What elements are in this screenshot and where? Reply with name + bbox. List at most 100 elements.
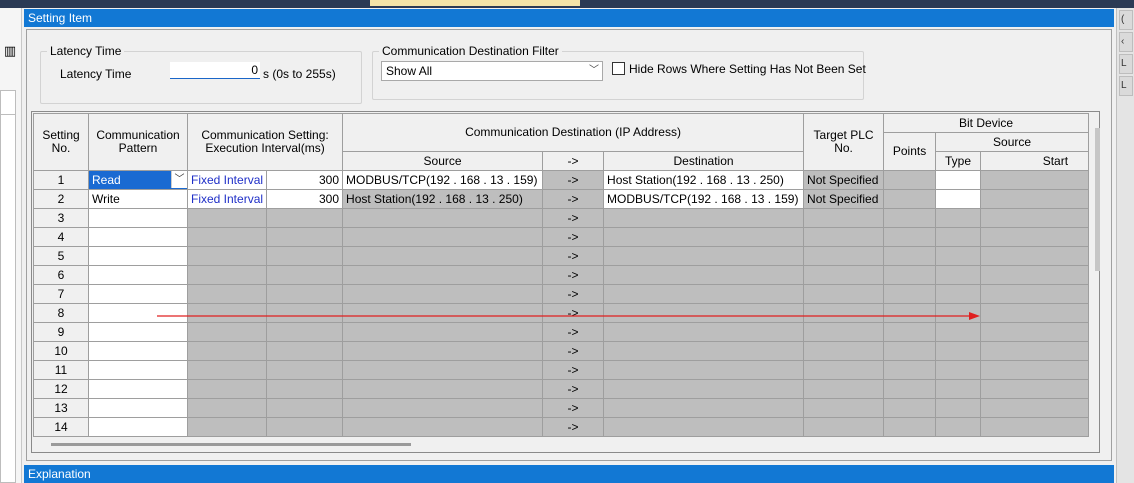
chevron-down-icon[interactable]: ﹀ xyxy=(171,171,187,188)
source-cell xyxy=(342,265,544,285)
destination-cell xyxy=(603,322,805,342)
points-cell xyxy=(883,341,937,361)
col-header-setting-no: Setting No. xyxy=(33,113,89,171)
table-row[interactable]: 1 Read ﹀ Fixed Interval 300 MODBUS/TCP(19… xyxy=(33,170,1090,190)
interval-mode-cell xyxy=(186,398,268,418)
direction-arrow-cell: -> xyxy=(542,208,605,228)
right-strip-button-3[interactable]: L xyxy=(1119,54,1133,74)
comm-pattern-cell[interactable] xyxy=(88,360,188,380)
target-plc-cell xyxy=(803,284,885,304)
comm-pattern-cell[interactable] xyxy=(88,417,188,437)
interval-mode-cell[interactable]: Fixed Interval xyxy=(186,189,268,209)
destination-cell[interactable]: MODBUS/TCP(192 . 168 . 13 . 159) xyxy=(603,189,805,209)
hide-unset-rows-label: Hide Rows Where Setting Has Not Been Set xyxy=(629,62,866,76)
source-cell[interactable]: MODBUS/TCP(192 . 168 . 13 . 159) xyxy=(342,170,544,190)
table-row[interactable]: 6 -> xyxy=(33,265,1090,285)
interval-mode-cell[interactable]: Fixed Interval xyxy=(186,170,268,190)
table-row[interactable]: 12 -> xyxy=(33,379,1090,399)
annotation-arrow xyxy=(157,312,980,320)
table-row[interactable]: 9 -> xyxy=(33,322,1090,342)
grid-horizontal-scrollbar[interactable] xyxy=(51,443,411,446)
type-cell[interactable] xyxy=(935,170,982,190)
comm-pattern-cell[interactable] xyxy=(88,246,188,266)
right-strip-button-4[interactable]: L xyxy=(1119,76,1133,96)
comm-pattern-cell[interactable] xyxy=(88,398,188,418)
col-header-bit-source: Source xyxy=(935,132,1090,152)
row-number: 12 xyxy=(33,379,89,399)
comm-pattern-cell[interactable] xyxy=(88,265,188,285)
interval-value-cell[interactable]: 300 xyxy=(266,170,344,190)
row-number: 5 xyxy=(33,246,89,266)
type-cell xyxy=(935,322,982,342)
table-row[interactable]: 2 Write Fixed Interval 300 Host Station(… xyxy=(33,189,1090,209)
row-number: 8 xyxy=(33,303,89,323)
table-row[interactable]: 3 -> xyxy=(33,208,1090,228)
target-plc-cell xyxy=(803,379,885,399)
table-row[interactable]: 4 -> xyxy=(33,227,1090,247)
col-header-bit-device: Bit Device xyxy=(883,113,1090,133)
table-row[interactable]: 7 -> xyxy=(33,284,1090,304)
type-cell xyxy=(935,360,982,380)
table-row[interactable]: 11 -> xyxy=(33,360,1090,380)
interval-mode-cell xyxy=(186,284,268,304)
interval-value-cell[interactable]: 300 xyxy=(266,189,344,209)
left-toolbar: ▥ xyxy=(0,8,22,483)
device-grid-icon[interactable]: ▥ xyxy=(1,42,19,60)
points-cell xyxy=(883,417,937,437)
row-number: 1 xyxy=(33,170,89,190)
target-plc-cell xyxy=(803,341,885,361)
destination-cell xyxy=(603,417,805,437)
col-header-destination: Destination xyxy=(603,151,805,171)
start-cell xyxy=(980,398,1090,418)
points-cell xyxy=(883,265,937,285)
type-cell xyxy=(935,398,982,418)
type-cell xyxy=(935,417,982,437)
interval-value-cell xyxy=(266,379,344,399)
chevron-down-icon: ﹀ xyxy=(589,65,599,76)
direction-arrow-cell: -> xyxy=(542,379,605,399)
destination-filter-group-label: Communication Destination Filter xyxy=(382,44,559,58)
comm-pattern-cell[interactable] xyxy=(88,341,188,361)
source-cell xyxy=(342,284,544,304)
type-cell xyxy=(935,208,982,228)
right-strip-button-2[interactable]: ‹ xyxy=(1119,32,1133,52)
row-number: 2 xyxy=(33,189,89,209)
hide-unset-rows-checkbox[interactable] xyxy=(612,62,625,75)
col-header-comm-destination: Communication Destination (IP Address) xyxy=(342,113,805,152)
row-number: 11 xyxy=(33,360,89,380)
col-header-start: Start xyxy=(980,151,1090,171)
destination-cell xyxy=(603,284,805,304)
comm-pattern-select[interactable]: Read ﹀ xyxy=(88,170,188,190)
interval-value-cell xyxy=(266,246,344,266)
table-row[interactable]: 5 -> xyxy=(33,246,1090,266)
direction-arrow-cell: -> xyxy=(542,227,605,247)
interval-mode-cell xyxy=(186,265,268,285)
comm-pattern-cell[interactable]: Write xyxy=(88,189,188,209)
grid-vertical-scrollbar[interactable] xyxy=(1095,128,1100,271)
start-cell xyxy=(980,417,1090,437)
row-number: 14 xyxy=(33,417,89,437)
direction-arrow-cell: -> xyxy=(542,360,605,380)
start-cell xyxy=(980,227,1090,247)
interval-mode-cell xyxy=(186,360,268,380)
row-number: 6 xyxy=(33,265,89,285)
comm-pattern-cell[interactable] xyxy=(88,284,188,304)
comm-pattern-cell[interactable] xyxy=(88,379,188,399)
destination-filter-select[interactable]: Show All ﹀ xyxy=(381,61,603,81)
comm-pattern-cell[interactable] xyxy=(88,227,188,247)
latency-time-input[interactable] xyxy=(170,62,260,79)
comm-pattern-cell[interactable] xyxy=(88,208,188,228)
latency-time-label: Latency Time xyxy=(60,67,132,81)
table-row[interactable]: 14 -> xyxy=(33,417,1090,437)
destination-cell xyxy=(603,227,805,247)
table-row[interactable]: 10 -> xyxy=(33,341,1090,361)
left-side-panel xyxy=(0,90,16,483)
col-header-target-plc: Target PLC No. xyxy=(803,113,885,171)
type-cell[interactable] xyxy=(935,189,982,209)
right-strip-button-1[interactable]: ( xyxy=(1119,10,1133,30)
start-cell xyxy=(980,208,1090,228)
table-row[interactable]: 13 -> xyxy=(33,398,1090,418)
comm-pattern-cell[interactable] xyxy=(88,322,188,342)
destination-cell[interactable]: Host Station(192 . 168 . 13 . 250) xyxy=(603,170,805,190)
start-cell xyxy=(980,379,1090,399)
